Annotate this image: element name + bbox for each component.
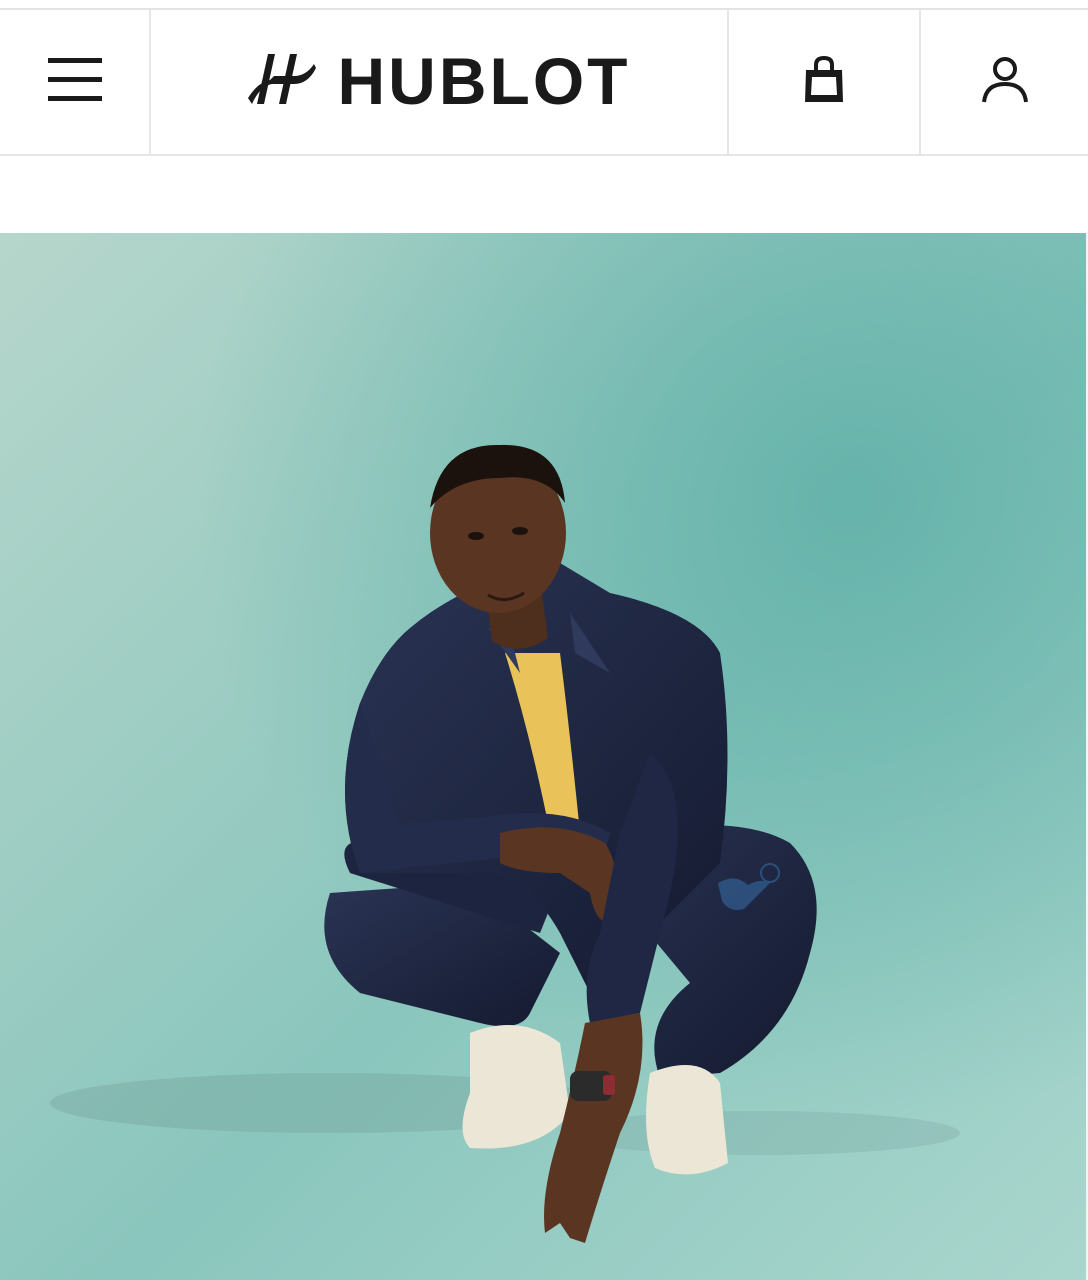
shopping-bag-icon — [803, 55, 845, 109]
shopping-bag-button[interactable] — [729, 10, 921, 154]
menu-button[interactable] — [0, 10, 151, 154]
account-button[interactable] — [921, 10, 1088, 154]
brand-logo: HUBLOT — [247, 44, 631, 118]
brand-logo-link[interactable]: HUBLOT — [151, 10, 729, 154]
hero-campaign-image[interactable] — [0, 233, 1086, 1280]
page: HUBLOT — [0, 0, 1088, 1280]
hublot-h-mark-icon — [247, 52, 318, 111]
site-header: HUBLOT — [0, 10, 1088, 156]
user-account-icon — [981, 56, 1029, 109]
campaign-photo — [0, 233, 1086, 1280]
brand-name: HUBLOT — [337, 44, 631, 118]
hamburger-menu-icon — [47, 57, 102, 107]
